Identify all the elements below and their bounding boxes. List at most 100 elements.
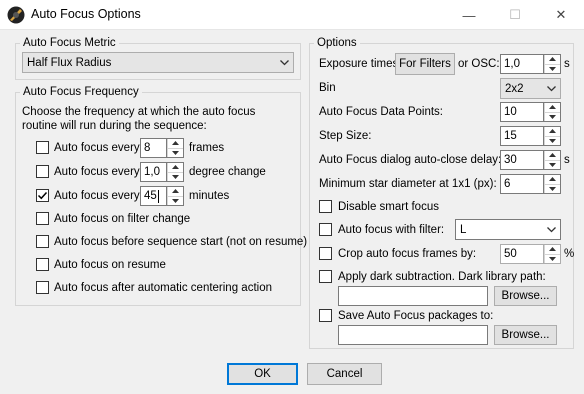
exposure-value: 1,0 <box>504 58 520 70</box>
checkmark-icon <box>37 191 48 200</box>
data-points-spinner[interactable] <box>544 102 561 122</box>
app-logo-icon <box>7 6 25 24</box>
step-size-spinner[interactable] <box>544 126 561 146</box>
exposure-label: Exposure times: <box>319 58 402 70</box>
close-delay-unit: s <box>564 154 570 166</box>
spin-up-icon[interactable] <box>167 139 183 149</box>
maximize-icon: ☐ <box>509 7 521 22</box>
spin-up-icon[interactable] <box>167 187 183 197</box>
af-minutes-checkbox[interactable] <box>36 189 49 202</box>
save-browse-button[interactable]: Browse... <box>494 325 557 345</box>
spin-up-icon[interactable] <box>544 103 560 113</box>
af-frames-unit: frames <box>189 142 225 154</box>
spin-down-icon[interactable] <box>167 196 183 205</box>
spin-up-icon[interactable] <box>544 127 560 137</box>
af-after-centering-checkbox[interactable] <box>36 281 49 294</box>
close-button[interactable]: ✕ <box>538 0 584 30</box>
metric-select-value: Half Flux Radius <box>27 56 112 69</box>
chevron-down-icon <box>280 53 289 72</box>
save-packages-label: Save Auto Focus packages to: <box>338 310 494 322</box>
crop-checkbox[interactable] <box>319 247 332 260</box>
spin-up-icon[interactable] <box>544 245 560 255</box>
or-osc-label: or OSC: <box>458 58 500 70</box>
spin-down-icon[interactable] <box>544 136 560 145</box>
spin-down-icon[interactable] <box>167 148 183 157</box>
step-size-input[interactable]: 15 <box>500 126 544 146</box>
spin-down-icon[interactable] <box>544 254 560 263</box>
crop-spinner[interactable] <box>544 244 561 264</box>
spin-up-icon[interactable] <box>544 55 560 65</box>
af-degree-spinner[interactable] <box>167 162 184 182</box>
for-filters-button[interactable]: For Filters <box>395 53 455 75</box>
dark-browse-button[interactable]: Browse... <box>494 286 557 306</box>
af-filter-change-checkbox[interactable] <box>36 212 49 225</box>
exposure-unit: s <box>564 58 570 70</box>
cancel-button[interactable]: Cancel <box>307 363 382 385</box>
af-filter-change-label: Auto focus on filter change <box>54 213 191 225</box>
af-degree-input[interactable]: 1,0 <box>140 162 167 182</box>
spin-down-icon[interactable] <box>544 64 560 73</box>
af-degree-label: Auto focus every <box>54 166 140 178</box>
af-filter-select[interactable]: L <box>455 219 561 240</box>
af-frames-checkbox[interactable] <box>36 141 49 154</box>
af-minutes-unit: minutes <box>189 190 230 202</box>
save-packages-checkbox[interactable] <box>319 309 332 322</box>
close-delay-value: 30 <box>504 154 517 166</box>
metric-select[interactable]: Half Flux Radius <box>22 52 294 73</box>
af-frames-label: Auto focus every <box>54 142 140 154</box>
crop-value: 50 <box>504 248 517 260</box>
af-with-filter-checkbox[interactable] <box>319 223 332 236</box>
bin-select[interactable]: 2x2 <box>500 78 561 99</box>
minimize-button[interactable]: — <box>446 0 492 30</box>
close-icon: ✕ <box>555 7 567 22</box>
spin-up-icon[interactable] <box>544 175 560 185</box>
dark-path-input[interactable] <box>338 286 488 306</box>
af-degree-checkbox[interactable] <box>36 165 49 178</box>
bin-label: Bin <box>319 82 336 94</box>
save-path-input[interactable] <box>338 325 488 345</box>
chevron-down-icon <box>547 220 556 239</box>
spin-up-icon[interactable] <box>544 151 560 161</box>
af-before-start-checkbox[interactable] <box>36 235 49 248</box>
af-degree-unit: degree change <box>189 166 266 178</box>
spin-down-icon[interactable] <box>167 172 183 181</box>
disable-smart-label: Disable smart focus <box>338 201 439 213</box>
spin-down-icon[interactable] <box>544 160 560 169</box>
af-minutes-label: Auto focus every <box>54 190 140 202</box>
chevron-down-icon <box>547 79 556 98</box>
bin-select-value: 2x2 <box>505 82 524 95</box>
af-frames-spinner[interactable] <box>167 138 184 158</box>
af-before-start-label: Auto focus before sequence start (not on… <box>54 236 308 248</box>
min-star-label: Minimum star diameter at 1x1 (px): <box>319 178 497 190</box>
frequency-group-title: Auto Focus Frequency <box>20 85 142 99</box>
spin-up-icon[interactable] <box>167 163 183 173</box>
spin-down-icon[interactable] <box>544 112 560 121</box>
close-delay-input[interactable]: 30 <box>500 150 544 170</box>
dark-subtraction-checkbox[interactable] <box>319 270 332 283</box>
crop-input[interactable]: 50 <box>500 244 544 264</box>
maximize-button: ☐ <box>492 0 538 30</box>
min-star-spinner[interactable] <box>544 174 561 194</box>
af-on-resume-checkbox[interactable] <box>36 258 49 271</box>
af-after-centering-label: Auto focus after automatic centering act… <box>54 282 272 294</box>
step-size-value: 15 <box>504 130 517 142</box>
disable-smart-checkbox[interactable] <box>319 200 332 213</box>
close-delay-label: Auto Focus dialog auto-close delay: <box>319 154 502 166</box>
af-minutes-input[interactable]: 45 <box>140 186 167 206</box>
ok-button[interactable]: OK <box>227 363 298 385</box>
data-points-input[interactable]: 10 <box>500 102 544 122</box>
crop-label: Crop auto focus frames by: <box>338 248 477 260</box>
af-frames-input[interactable]: 8 <box>140 138 167 158</box>
title-bar: Auto Focus Options — ☐ ✕ <box>0 0 584 30</box>
spin-down-icon[interactable] <box>544 184 560 193</box>
step-size-label: Step Size: <box>319 130 372 142</box>
minimize-icon: — <box>462 7 476 23</box>
exposure-input[interactable]: 1,0 <box>500 54 544 74</box>
close-delay-spinner[interactable] <box>544 150 561 170</box>
af-minutes-spinner[interactable] <box>167 186 184 206</box>
af-minutes-value: 45 <box>144 190 157 202</box>
exposure-spinner[interactable] <box>544 54 561 74</box>
metric-group-title: Auto Focus Metric <box>20 36 119 50</box>
min-star-input[interactable]: 6 <box>500 174 544 194</box>
data-points-value: 10 <box>504 106 517 118</box>
